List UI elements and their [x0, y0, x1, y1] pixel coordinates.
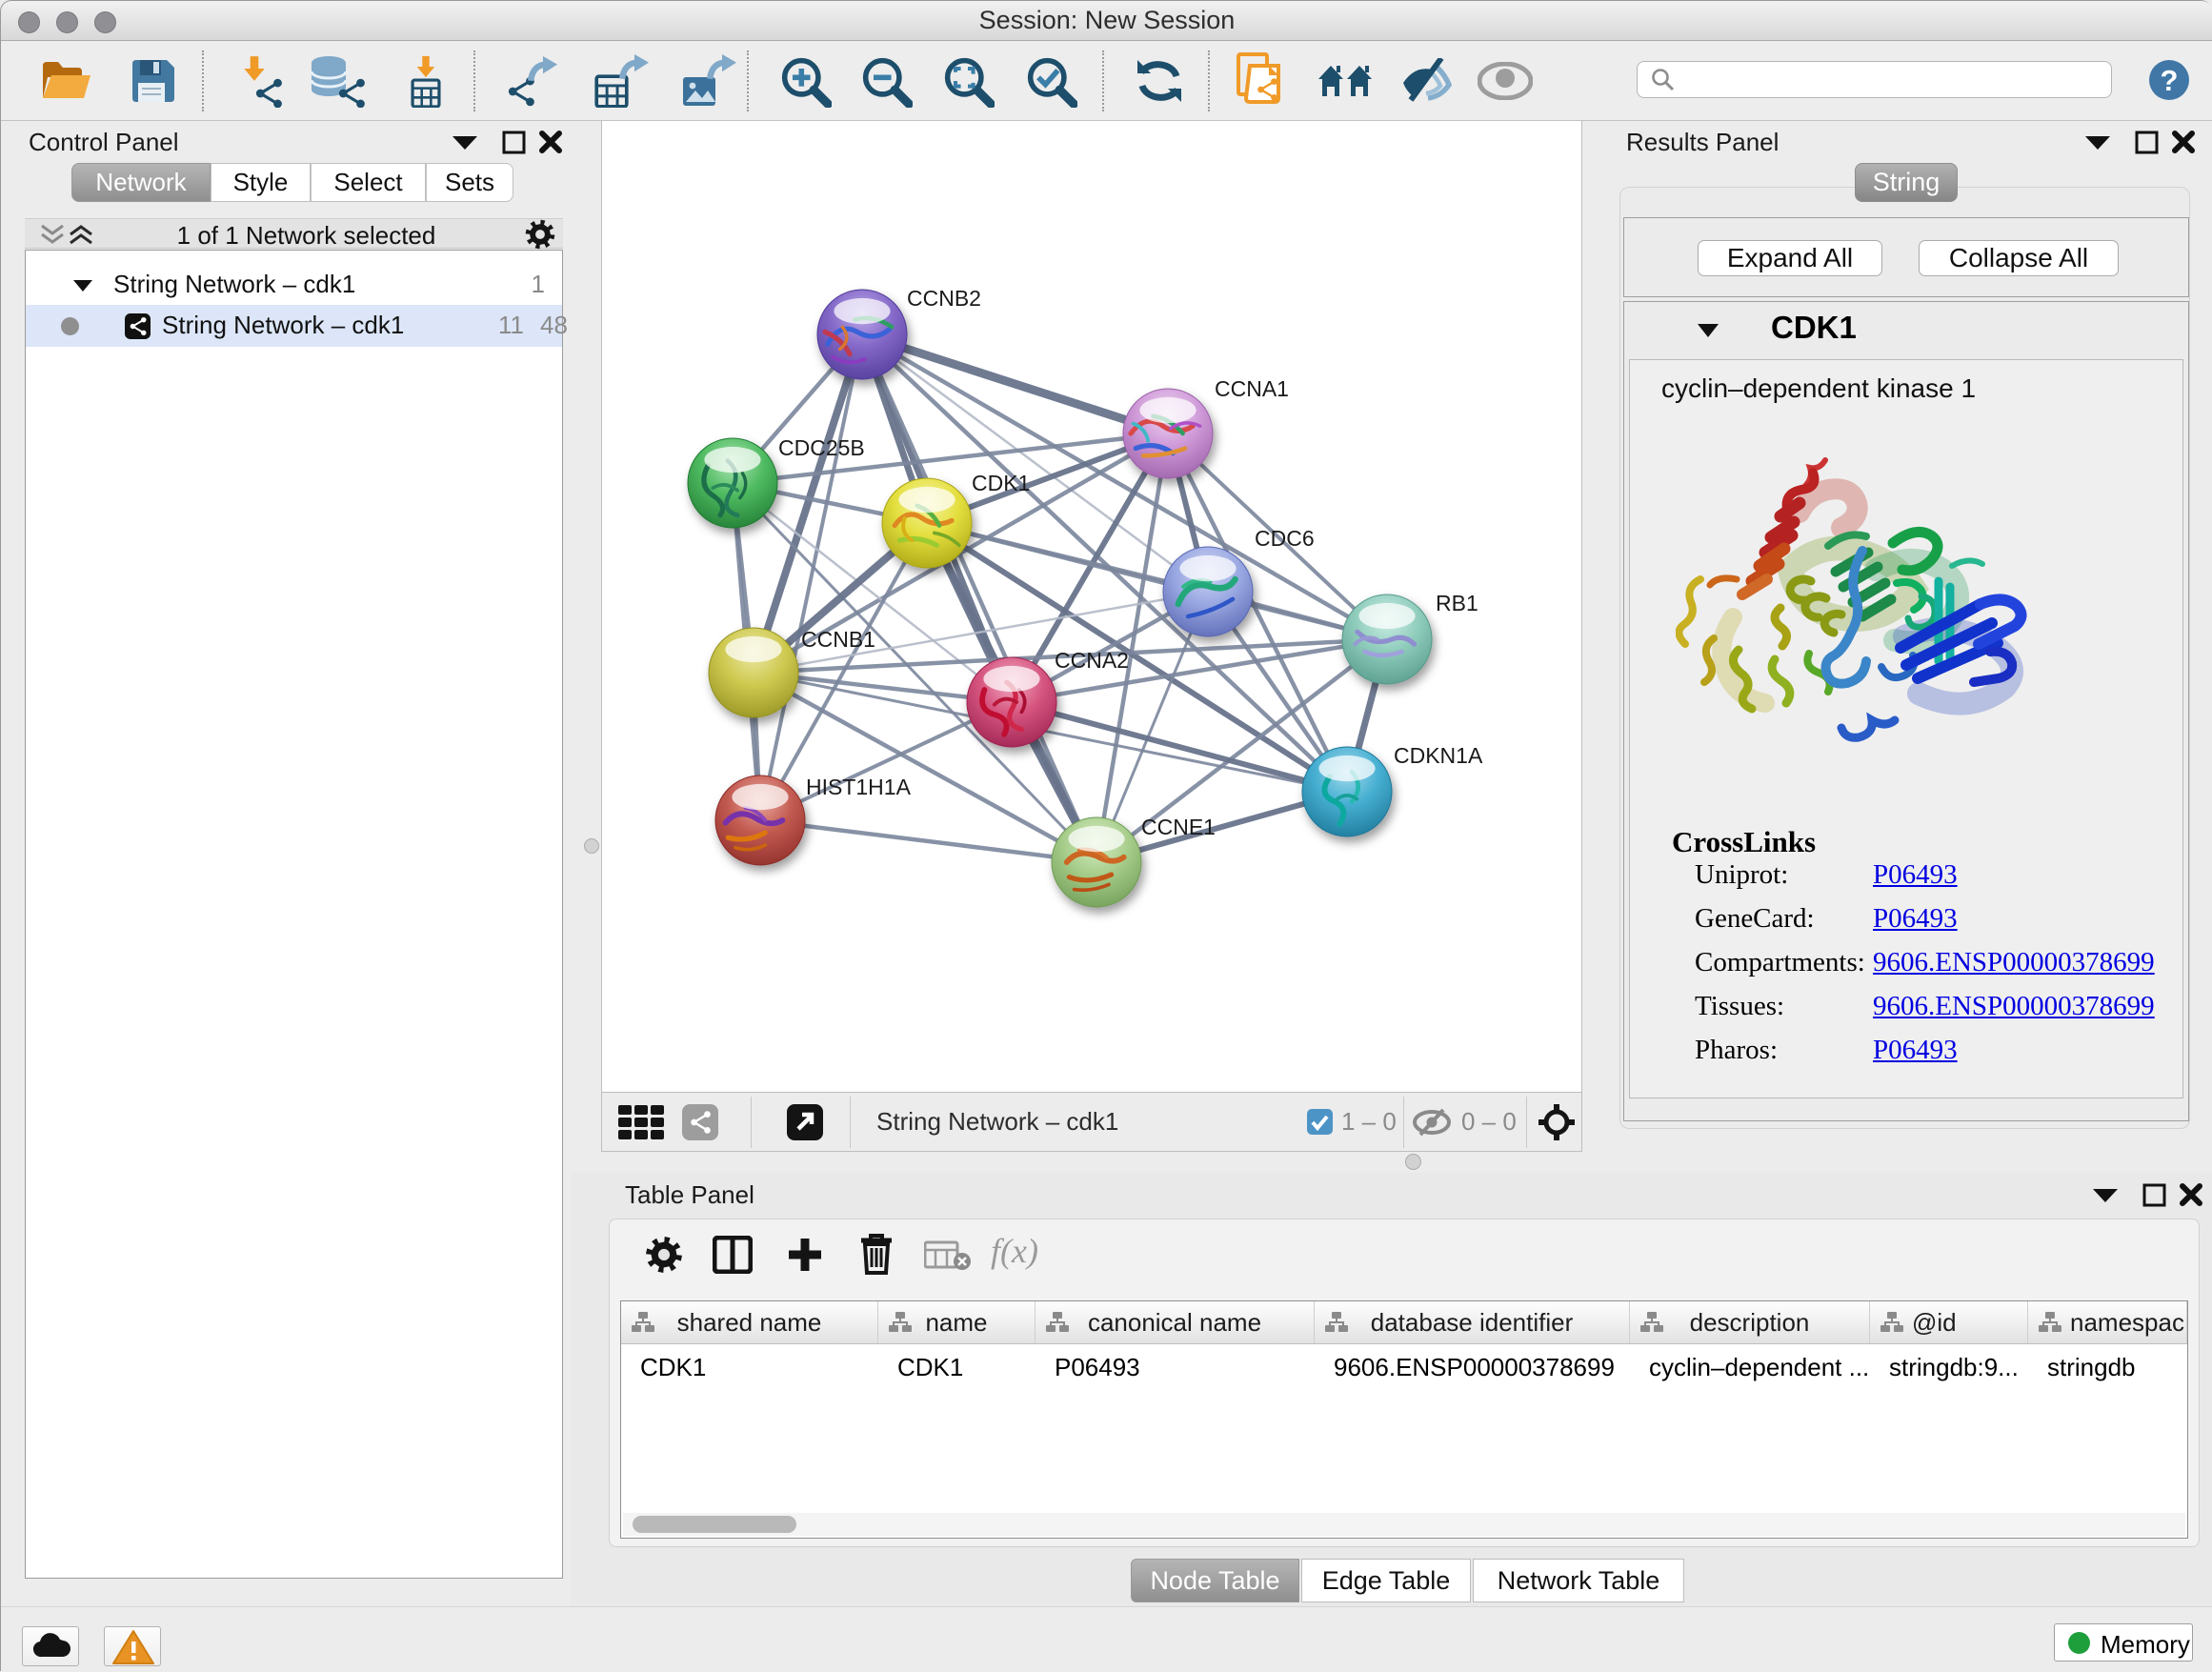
svg-text:CCNA2: CCNA2 — [1055, 648, 1129, 673]
svg-text:CCNB2: CCNB2 — [907, 286, 981, 311]
svg-text:RB1: RB1 — [1436, 591, 1478, 615]
svg-text:CDC25B: CDC25B — [778, 435, 865, 460]
svg-text:CCNB1: CCNB1 — [801, 627, 875, 652]
svg-text:HIST1H1A: HIST1H1A — [806, 775, 912, 799]
svg-text:CDK1: CDK1 — [972, 471, 1030, 495]
svg-text:CDKN1A: CDKN1A — [1394, 743, 1483, 768]
svg-text:CCNA1: CCNA1 — [1215, 376, 1289, 401]
svg-text:?: ? — [2161, 64, 2179, 97]
svg-text:CCNE1: CCNE1 — [1141, 815, 1216, 839]
svg-text:CDC6: CDC6 — [1255, 526, 1315, 551]
